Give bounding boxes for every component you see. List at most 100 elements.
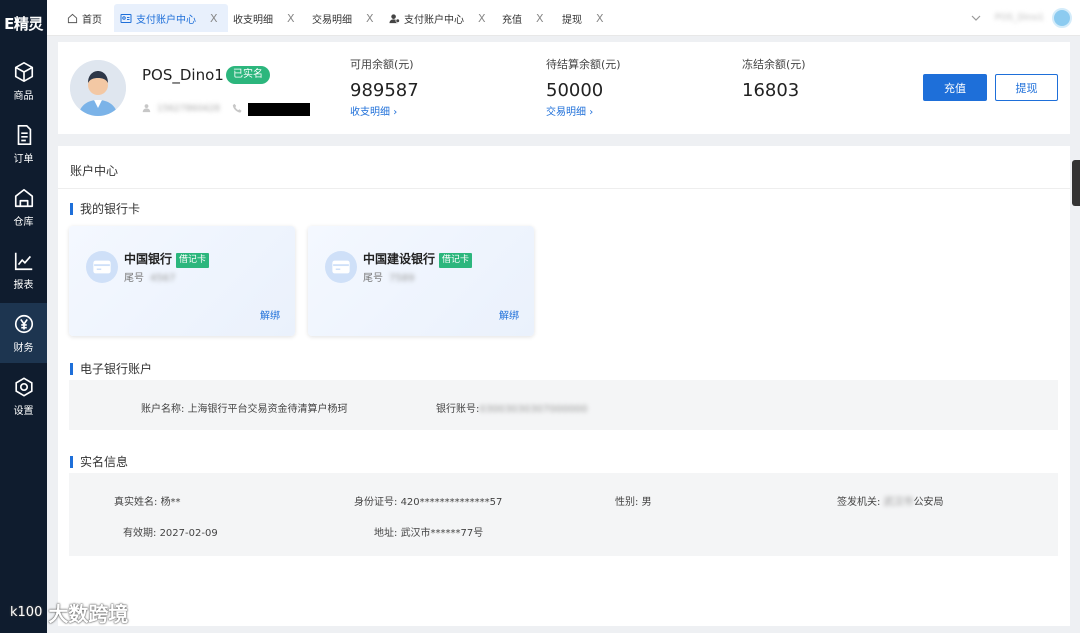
ebank-account-name: 账户名称: 上海银行平台交易资金待清算户杨珂 [141, 404, 348, 415]
user-settings-icon [389, 13, 400, 24]
balance-value: 50000 [546, 80, 604, 101]
balance-label: 冻结余额(元) [742, 58, 806, 71]
phone-icon [232, 102, 242, 116]
home-icon [67, 13, 78, 24]
close-icon[interactable]: X [366, 12, 374, 25]
chevron-right-icon: › [393, 107, 398, 118]
balance-label: 可用余额(元) [350, 58, 414, 71]
tab-income-expense[interactable]: 收支明细 X [233, 4, 295, 32]
watermark-logo: k100 [10, 605, 43, 620]
balance-value: 16803 [742, 80, 800, 101]
realname-id: 身份证号: 420**************57 [354, 497, 503, 508]
account-name: POS_Dino1 [142, 66, 224, 84]
account-contact: 15627860428 [142, 102, 310, 116]
sidebar-item-label: 设置 [13, 405, 34, 417]
balance-label: 待结算余额(元) [546, 58, 621, 71]
realname-gender: 性别: 男 [615, 497, 652, 508]
card-type-badge: 借记卡 [439, 253, 473, 268]
verified-badge: 已实名 [226, 66, 270, 84]
tab-label: 首页 [82, 14, 102, 26]
warehouse-icon [14, 188, 33, 207]
sidebar-item-settings[interactable]: 设置 [0, 366, 47, 426]
sidebar: E精灵 商品 订单 仓库 报表 财务 设置 [0, 0, 47, 633]
credit-card-icon [325, 251, 357, 283]
sidebar-item-label: 商品 [13, 90, 34, 102]
realname-name: 真实姓名: 杨** [114, 497, 181, 508]
realname-expiry: 有效期: 2027-02-09 [123, 528, 218, 539]
unbind-link[interactable]: 解绑 [499, 307, 519, 322]
withdraw-button[interactable]: 提现 [995, 74, 1058, 101]
tab-label: 交易明细 [312, 14, 352, 26]
section-title-ebank: 电子银行账户 [70, 363, 152, 375]
realname-info-box: 真实姓名: 杨** 身份证号: 420**************57 性别: … [69, 473, 1058, 556]
pending-balance: 待结算余额(元) 50000 交易明细 › [546, 56, 621, 118]
tab-transactions[interactable]: 交易明细 X [312, 4, 374, 32]
balance-value: 989587 [350, 80, 419, 101]
bank-name: 中国银行 借记卡 [124, 250, 210, 268]
realname-address: 地址: 武汉市******77号 [374, 528, 484, 539]
ebank-info-box: 账户名称: 上海银行平台交易资金待清算户杨珂 银行账号:030030303070… [69, 380, 1058, 430]
recharge-button[interactable]: 充值 [923, 74, 987, 101]
close-icon[interactable]: X [210, 12, 218, 25]
account-summary-card: POS_Dino1 已实名 15627860428 可用余额(元) 989587… [58, 42, 1070, 134]
avatar[interactable] [1052, 8, 1072, 28]
section-title-realname: 实名信息 [70, 456, 128, 468]
balance-detail-link[interactable]: 收支明细 › [350, 103, 419, 118]
user-menu[interactable]: POS_Dino1 [971, 6, 1072, 30]
divider [58, 188, 1070, 189]
unbind-link[interactable]: 解绑 [260, 307, 280, 322]
yuan-icon [14, 314, 33, 333]
card-tail: 尾号 4567 [124, 273, 176, 284]
tab-home[interactable]: 首页 [63, 4, 106, 32]
bank-name: 中国建设银行 借记卡 [363, 250, 473, 268]
user-name: POS_Dino1 [994, 13, 1044, 23]
app-logo[interactable]: E精灵 [0, 0, 47, 47]
close-icon[interactable]: X [287, 12, 295, 25]
sidebar-item-label: 财务 [13, 342, 34, 354]
chart-icon [14, 252, 32, 270]
tab-payment-center-2[interactable]: 支付账户中心 X [389, 4, 486, 32]
chevron-right-icon: › [589, 107, 594, 118]
bank-card: 中国建设银行 借记卡 尾号 7589 解绑 [308, 226, 534, 336]
avatar [70, 60, 126, 116]
tab-recharge[interactable]: 充值 X [502, 4, 544, 32]
id-card-icon [120, 13, 132, 24]
realname-issuer: 签发机关: 武汉市公安局 [837, 497, 944, 508]
tab-withdraw[interactable]: 提现 X [562, 4, 604, 32]
tab-label: 支付账户中心 [404, 14, 464, 26]
tab-payment-center[interactable]: 支付账户中心 X [114, 4, 228, 32]
sidebar-item-finance[interactable]: 财务 [0, 303, 47, 363]
sidebar-item-products[interactable]: 商品 [0, 51, 47, 111]
tab-bar: 首页 支付账户中心 X 收支明细 X 交易明细 X 支付账户中心 X 充值 X … [47, 0, 1080, 36]
sidebar-item-reports[interactable]: 报表 [0, 240, 47, 300]
balance-detail-link[interactable]: 交易明细 › [546, 103, 621, 118]
card-type-badge: 借记卡 [176, 253, 210, 268]
tab-label: 提现 [562, 14, 582, 26]
chevron-down-icon[interactable] [971, 13, 981, 24]
sidebar-item-orders[interactable]: 订单 [0, 114, 47, 174]
cube-icon [14, 61, 33, 82]
tab-label: 收支明细 [233, 14, 273, 26]
sidebar-item-label: 报表 [13, 279, 34, 291]
side-drawer-handle[interactable] [1072, 160, 1080, 206]
available-balance: 可用余额(元) 989587 收支明细 › [350, 56, 419, 118]
gear-icon [14, 376, 33, 397]
tab-label: 支付账户中心 [136, 14, 196, 26]
page-title: 账户中心 [70, 164, 119, 178]
card-tail-number: 7589 [389, 273, 415, 284]
document-icon [17, 124, 31, 145]
close-icon[interactable]: X [478, 12, 486, 25]
tab-label: 充值 [502, 14, 522, 26]
close-icon[interactable]: X [536, 12, 544, 25]
sidebar-item-warehouse[interactable]: 仓库 [0, 177, 47, 237]
phone-number: 15627860428 [157, 104, 220, 114]
ebank-account-number: 银行账号:03003030307000000 [436, 404, 588, 415]
card-tail-number: 4567 [150, 273, 176, 284]
close-icon[interactable]: X [596, 12, 604, 25]
credit-card-icon [86, 251, 118, 283]
watermark: k100 大数跨境 [10, 598, 128, 627]
sidebar-item-label: 仓库 [13, 216, 34, 228]
section-title-bank-cards: 我的银行卡 [70, 203, 140, 215]
account-center-panel: 账户中心 我的银行卡 中国银行 借记卡 尾号 4567 解绑 中国建设银行 借记卡 尾… [58, 146, 1070, 626]
bank-card: 中国银行 借记卡 尾号 4567 解绑 [69, 226, 295, 336]
